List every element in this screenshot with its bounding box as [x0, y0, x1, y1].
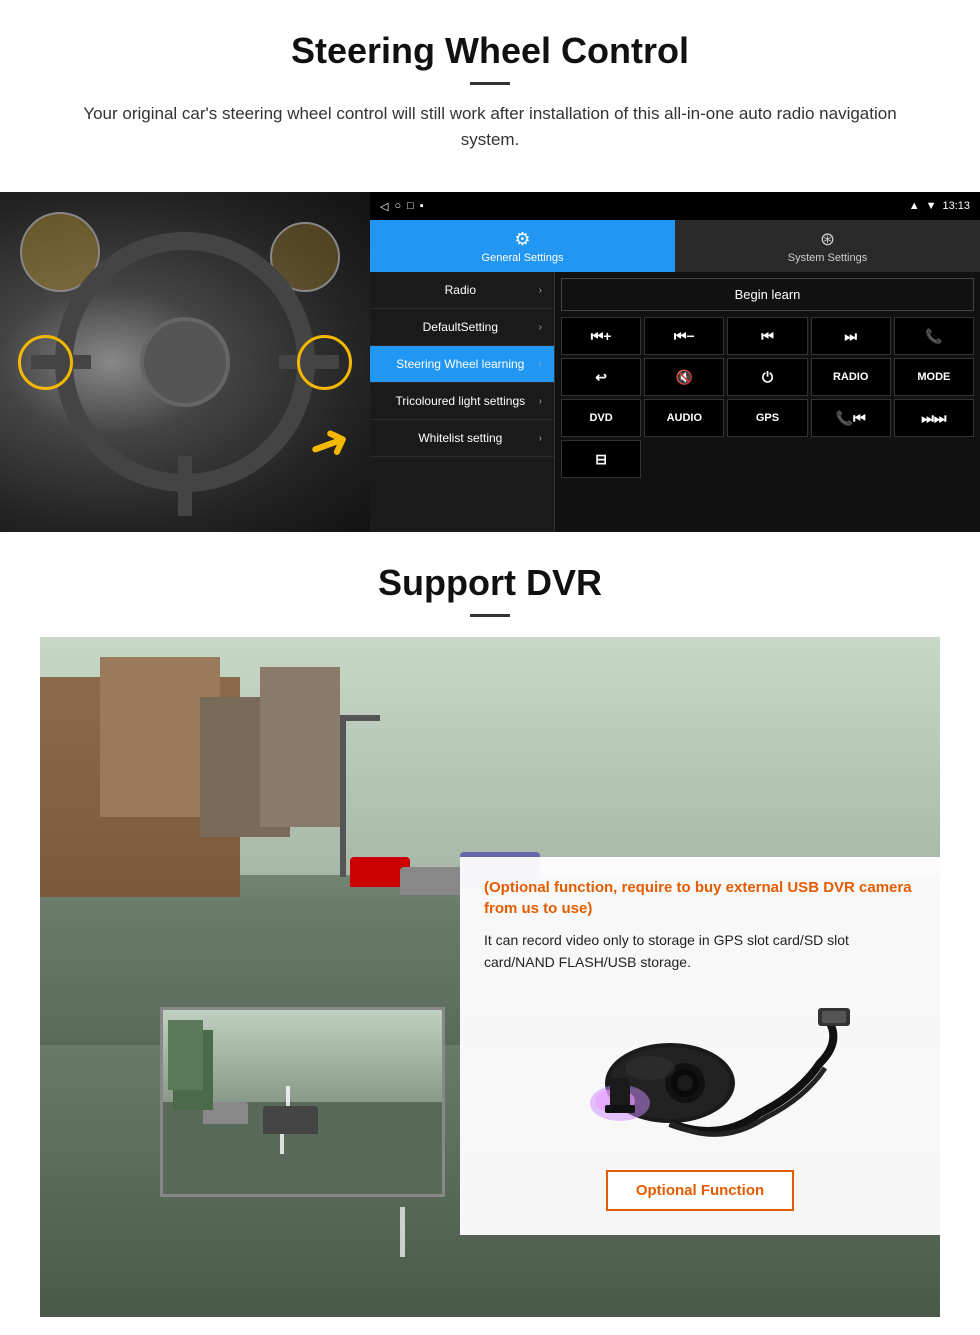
clock: 13:13: [942, 200, 970, 212]
ctrl-phone-prev[interactable]: 📞⏮: [811, 399, 891, 437]
menu-item-tricoloured[interactable]: Tricoloured light settings ›: [370, 383, 554, 420]
ctrl-mode[interactable]: MODE: [894, 358, 974, 396]
menu-icon: ▪: [420, 200, 424, 212]
menu-item-default-label: DefaultSetting: [382, 320, 539, 334]
settings-content: Radio › DefaultSetting › Steering Wheel …: [370, 272, 980, 532]
menu-item-white-label: Whitelist setting: [382, 431, 539, 445]
chevron-right-icon: ›: [539, 285, 542, 296]
ctrl-prev-track[interactable]: ⏮: [727, 317, 807, 355]
optional-function-button[interactable]: Optional Function: [606, 1170, 794, 1211]
system-icon: ⊛: [820, 229, 835, 250]
ctrl-back[interactable]: ↩: [561, 358, 641, 396]
menu-item-whitelist[interactable]: Whitelist setting ›: [370, 420, 554, 457]
menu-item-radio[interactable]: Radio ›: [370, 272, 554, 309]
dvr-camera-illustration: [484, 988, 916, 1148]
ctrl-radio[interactable]: RADIO: [811, 358, 891, 396]
steering-photo: ➜: [0, 192, 370, 532]
recents-icon: □: [407, 200, 414, 212]
dvr-optional-notice: (Optional function, require to buy exter…: [484, 877, 916, 919]
ctrl-mute[interactable]: 🔇: [644, 358, 724, 396]
begin-learn-row: Begin learn: [561, 278, 974, 311]
dvr-title: Support DVR: [40, 562, 940, 604]
button-highlight-left: [18, 335, 73, 390]
chevron-right-icon3: ›: [539, 359, 542, 370]
control-grid: ⏮+ ⏮− ⏮ ⏭ 📞 ↩ 🔇 ⏻ RADIO MODE DVD AUDIO G…: [561, 317, 974, 478]
tab-general-label: General Settings: [482, 252, 564, 264]
home-icon: ○: [394, 200, 401, 212]
dvr-divider: [470, 614, 510, 617]
android-panel: ◁ ○ □ ▪ ▲ ▼ 13:13 ⚙ General Settings ⊛ S…: [370, 192, 980, 532]
signal-icon: ▲: [909, 200, 920, 212]
chevron-right-icon4: ›: [539, 396, 542, 407]
dvr-description: It can record video only to storage in G…: [484, 929, 916, 974]
settings-tabs[interactable]: ⚙ General Settings ⊛ System Settings: [370, 220, 980, 272]
gear-icon: ⚙: [514, 229, 530, 250]
spoke-bottom: [178, 456, 192, 516]
ctrl-next-track[interactable]: ⏭: [811, 317, 891, 355]
menu-item-steering-label: Steering Wheel learning: [382, 357, 539, 371]
chevron-right-icon5: ›: [539, 433, 542, 444]
ctrl-gps[interactable]: GPS: [727, 399, 807, 437]
nav-icons: ◁ ○ □ ▪: [380, 200, 424, 213]
wifi-icon: ▼: [926, 200, 937, 212]
dvr-section: Support DVR (Optional functi: [0, 532, 980, 1317]
steering-controls: Begin learn ⏮+ ⏮− ⏮ ⏭ 📞 ↩ 🔇 ⏻ RADIO MODE…: [555, 272, 980, 532]
menu-item-tri-label: Tricoloured light settings: [382, 394, 539, 408]
page-title: Steering Wheel Control: [40, 30, 940, 72]
button-highlight-right: [297, 335, 352, 390]
title-divider: [470, 82, 510, 85]
steering-wheel-bg: ➜: [0, 192, 370, 532]
ctrl-vol-down[interactable]: ⏮−: [644, 317, 724, 355]
dvr-background: (Optional function, require to buy exter…: [40, 637, 940, 1317]
ctrl-camera[interactable]: ⊟: [561, 440, 641, 478]
chevron-right-icon2: ›: [539, 322, 542, 333]
dvr-thumbnail: [160, 1007, 445, 1197]
tab-system-label: System Settings: [788, 252, 867, 264]
ctrl-phone[interactable]: 📞: [894, 317, 974, 355]
menu-item-defaultsetting[interactable]: DefaultSetting ›: [370, 309, 554, 346]
steering-hub: [140, 317, 230, 407]
ctrl-power[interactable]: ⏻: [727, 358, 807, 396]
ctrl-audio[interactable]: AUDIO: [644, 399, 724, 437]
steering-section: Steering Wheel Control Your original car…: [0, 0, 980, 192]
ctrl-dvd[interactable]: DVD: [561, 399, 641, 437]
ctrl-next-ff[interactable]: ⏭⏭: [894, 399, 974, 437]
tab-system[interactable]: ⊛ System Settings: [675, 220, 980, 272]
settings-menu: Radio › DefaultSetting › Steering Wheel …: [370, 272, 555, 532]
section-subtitle: Your original car's steering wheel contr…: [80, 101, 900, 152]
menu-item-steering[interactable]: Steering Wheel learning ›: [370, 346, 554, 383]
statusbar: ◁ ○ □ ▪ ▲ ▼ 13:13: [370, 192, 980, 220]
tab-general[interactable]: ⚙ General Settings: [370, 220, 675, 272]
steering-wheel-ring: [55, 232, 315, 492]
back-icon: ◁: [380, 200, 388, 213]
thumbnail-road: [163, 1010, 442, 1194]
ctrl-vol-up[interactable]: ⏮+: [561, 317, 641, 355]
begin-learn-button[interactable]: Begin learn: [561, 278, 974, 311]
menu-item-radio-label: Radio: [382, 283, 539, 297]
status-right: ▲ ▼ 13:13: [909, 200, 970, 212]
steering-demo: ➜ ◁ ○ □ ▪ ▲ ▼ 13:13 ⚙ General Settings: [0, 192, 980, 532]
dvr-info-box: (Optional function, require to buy exter…: [460, 857, 940, 1235]
